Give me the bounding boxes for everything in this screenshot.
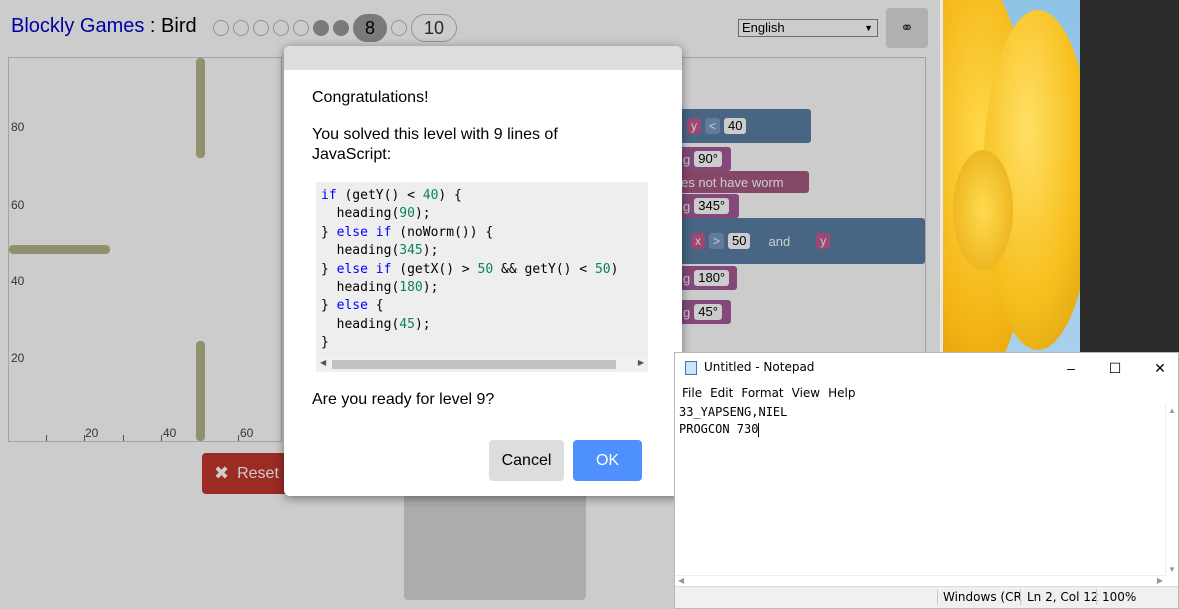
vertical-scrollbar[interactable]: ▲ ▼ [1165,404,1178,576]
tulip-petal [953,150,1013,270]
text-line: 33_YAPSENG,NIEL [679,405,788,419]
cancel-button[interactable]: Cancel [489,440,564,481]
status-eol: Windows (CR [943,590,1022,604]
menu-edit[interactable]: Edit [703,383,733,403]
minimize-icon[interactable]: – [1051,357,1091,379]
notepad-title: Untitled - Notepad [704,360,815,374]
code-listing: if (getY() < 40) { heading(90); } else i… [316,182,648,372]
dialog-question: Are you ready for level 9? [312,391,495,408]
scroll-down-icon[interactable]: ▼ [1168,565,1176,574]
desktop-background [1080,0,1179,352]
scroll-up-icon[interactable]: ▲ [1168,406,1176,415]
menu-view[interactable]: View [785,383,820,403]
scroll-thumb[interactable] [332,360,616,369]
scroll-left-icon[interactable]: ◀ [678,576,684,585]
dialog-heading: Congratulations! [312,89,429,106]
notepad-icon [685,361,697,375]
scroll-right-icon[interactable]: ▶ [638,358,644,367]
notepad-text-area[interactable]: 33_YAPSENG,NIEL PROGCON 730 [677,404,1168,576]
text-caret [758,422,760,437]
scroll-left-icon[interactable]: ◀ [320,358,326,367]
close-icon[interactable]: ✕ [1140,357,1179,379]
status-divider [1096,589,1097,605]
menu-help[interactable]: Help [821,383,855,403]
menu-file[interactable]: File [675,383,702,403]
dialog-message: You solved this level with 9 lines of Ja… [312,126,558,163]
notepad-statusbar: Windows (CR Ln 2, Col 12 100% [675,586,1178,608]
maximize-icon[interactable]: ☐ [1095,357,1135,379]
scroll-right-icon[interactable]: ▶ [1157,576,1163,585]
notepad-titlebar[interactable]: Untitled - Notepad – ☐ ✕ [675,353,1178,382]
code-horizontal-scrollbar[interactable]: ◀ ▶ [316,356,648,372]
menu-format[interactable]: Format [734,383,783,403]
congratulations-dialog: Congratulations! You solved this level w… [284,46,682,496]
status-divider [937,589,938,605]
dialog-drag-bar[interactable] [284,46,682,70]
desktop-wallpaper [943,0,1080,352]
notepad-window: Untitled - Notepad – ☐ ✕ File Edit Forma… [674,352,1179,609]
ok-button[interactable]: OK [573,440,642,481]
text-line: PROGCON 730 [679,421,1168,438]
text-line-content: PROGCON 730 [679,422,759,436]
status-zoom: 100% [1102,590,1137,604]
screen: Blockly Games : Bird 8 10 English ▼ ⚭ 80… [0,0,1179,609]
status-divider [1020,589,1021,605]
status-position: Ln 2, Col 12 [1027,590,1099,604]
notepad-menubar: File Edit Format View Help [675,383,1178,403]
